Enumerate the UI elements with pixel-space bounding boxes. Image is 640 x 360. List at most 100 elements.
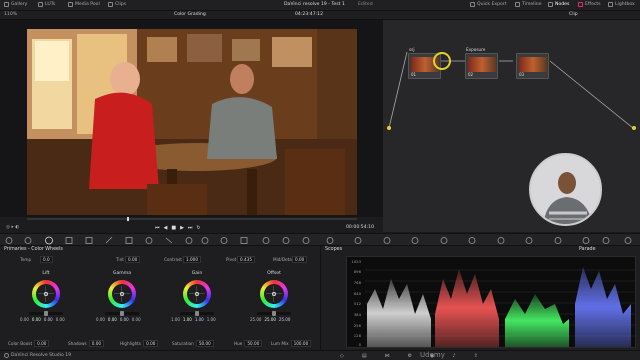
parade-waveforms [365,267,635,347]
hue-field[interactable]: Hue 50.00 [234,340,263,347]
viewer-toolbar: 110% Color Grading 04:23:47:12 [0,11,383,20]
app-name: DaVinci Resolve Studio 19 [4,353,71,358]
clips-button[interactable]: Clips [108,2,126,7]
timecode-top: 04:23:47:12 [295,12,324,17]
lift-label: Lift [42,271,50,276]
edited-label: Edited [358,2,373,7]
pivot-value[interactable]: 0.435 [235,256,255,263]
parade-scale: 1023 896 768 640 512 384 256 128 0 [349,259,363,347]
status-bar: DaVinci Resolve Studio 19 ◇▤⋈⚙◉♪⇪ Udemy [0,350,640,360]
gamma-values[interactable]: 0.00 0.00 0.00 0.00 [96,317,141,322]
nodes-icon [548,2,553,7]
top-bar: Gallery LUTs Media Pool Clips DaVinci re… [0,0,640,11]
effects-icon [578,2,583,7]
highlights-field[interactable]: Highlights 0.00 [120,340,159,347]
lift-values[interactable]: 0.00 0.00 0.00 0.00 [20,317,65,322]
gallery-icon [4,2,9,7]
timeline-icon [515,2,520,7]
node-02-name: Exposure [466,47,486,52]
node-03[interactable]: 03 [516,53,549,79]
contrast-value[interactable]: 1.000 [181,256,201,263]
viewer-mode-label: Color Grading [174,12,206,17]
primaries-panel: Primaries - Color Wheels Temp 0.0 Tint 0… [0,246,320,350]
effects-button[interactable]: Effects [578,2,601,7]
palette-toolstrip [0,233,640,246]
input-node-dot[interactable] [387,126,391,130]
parade-scope: 1023 896 768 640 512 384 256 128 0 [346,256,636,348]
scopes-title: Scopes [325,247,343,252]
temp-value[interactable]: 0.0 [38,256,53,263]
node-editor-toolbar: Clip [383,11,640,20]
scale-tick: 1023 [351,259,361,264]
lift-master-slider[interactable] [29,311,63,316]
scale-tick: 640 [353,291,361,296]
gamma-label: Gamma [112,271,132,276]
gain-label: Gain [191,271,203,276]
lift-wheel[interactable] [32,280,60,308]
resolve-logo-icon [4,353,9,358]
node-02[interactable]: Exposure 02 [465,47,498,79]
scale-tick: 384 [353,312,361,317]
udemy-watermark: Udemy [420,351,445,359]
shadows-field[interactable]: Shadows 0.00 [68,340,105,347]
nodes-button[interactable]: Nodes [548,2,569,7]
scale-tick: 896 [353,269,361,274]
page-switcher[interactable]: ◇▤⋈⚙◉♪⇪ [340,353,496,359]
gain-master-slider[interactable] [180,311,214,316]
gallery-button[interactable]: Gallery [4,2,27,7]
scale-tick: 0 [358,342,361,347]
node-mode-select[interactable]: Clip [569,12,578,17]
middetail-value[interactable]: 0.00 [290,256,308,263]
lum-mix-field[interactable]: Lum Mix 100.00 [271,340,312,347]
gain-wheel[interactable] [183,280,211,308]
color-boost-field[interactable]: Color Boost 0.00 [8,340,50,347]
luts-icon [38,2,43,7]
offset-wheel[interactable] [260,280,288,308]
media-pool-icon [68,2,73,7]
node-02-thumbnail [468,57,496,72]
timeline-button[interactable]: Timeline [515,2,542,7]
gamma-wheel[interactable] [108,280,136,308]
offset-values[interactable]: 25.00 25.00 25.00 [250,317,290,322]
video-frame [27,29,357,215]
scope-mode-select[interactable]: Parade [579,247,596,252]
quick-export-button[interactable]: Quick Export [470,2,507,7]
primaries-title: Primaries - Color Wheels [4,247,63,252]
tint-value[interactable]: 0.00 [123,256,141,263]
zoom-select[interactable]: 110% [4,12,17,17]
node-03-label: 03 [519,72,525,77]
scrubber-bar[interactable] [27,218,357,220]
offset-master-slider[interactable] [257,311,291,316]
lightbox-button[interactable]: Lightbox [608,2,635,7]
temp-field[interactable]: Temp [20,257,31,262]
output-node-dot[interactable] [632,126,636,130]
node-editor: ssj 01 Exposure 02 03 [383,20,640,232]
node-03-thumbnail [519,57,547,72]
node-02-label: 02 [468,72,474,77]
transport-controls: ◎ ▸ ◐ ⏮◀■▶⏭↻ 00:00:54:10 [0,217,383,233]
luts-button[interactable]: LUTs [38,2,55,7]
export-icon [470,2,475,7]
selection-highlight [433,52,451,70]
playback-buttons[interactable]: ⏮◀■▶⏭↻ [155,225,205,231]
project-title: DaVinci resolve 19 - Test 1 [284,2,345,7]
scale-tick: 512 [353,301,361,306]
scale-tick: 768 [353,280,361,285]
viewer-options-icon[interactable]: ◎ ▸ ◐ [6,225,19,230]
scale-tick: 256 [353,323,361,328]
saturation-field[interactable]: Saturation 50.00 [172,340,214,347]
node-01-label: 01 [411,72,417,77]
offset-label: Offset [267,271,281,276]
gain-values[interactable]: 1.00 1.00 1.00 1.00 [171,317,216,322]
clips-icon [108,2,113,7]
media-pool-button[interactable]: Media Pool [68,2,100,7]
contrast-label: Contrast [164,257,182,262]
node-01-name: ssj [409,47,415,52]
timecode: 00:00:54:10 [346,225,375,230]
scale-tick: 128 [353,333,361,338]
playhead[interactable] [127,217,129,221]
presenter-webcam [529,153,602,226]
gamma-master-slider[interactable] [105,311,139,316]
lightbox-icon [608,2,613,7]
node-connections [388,51,634,129]
